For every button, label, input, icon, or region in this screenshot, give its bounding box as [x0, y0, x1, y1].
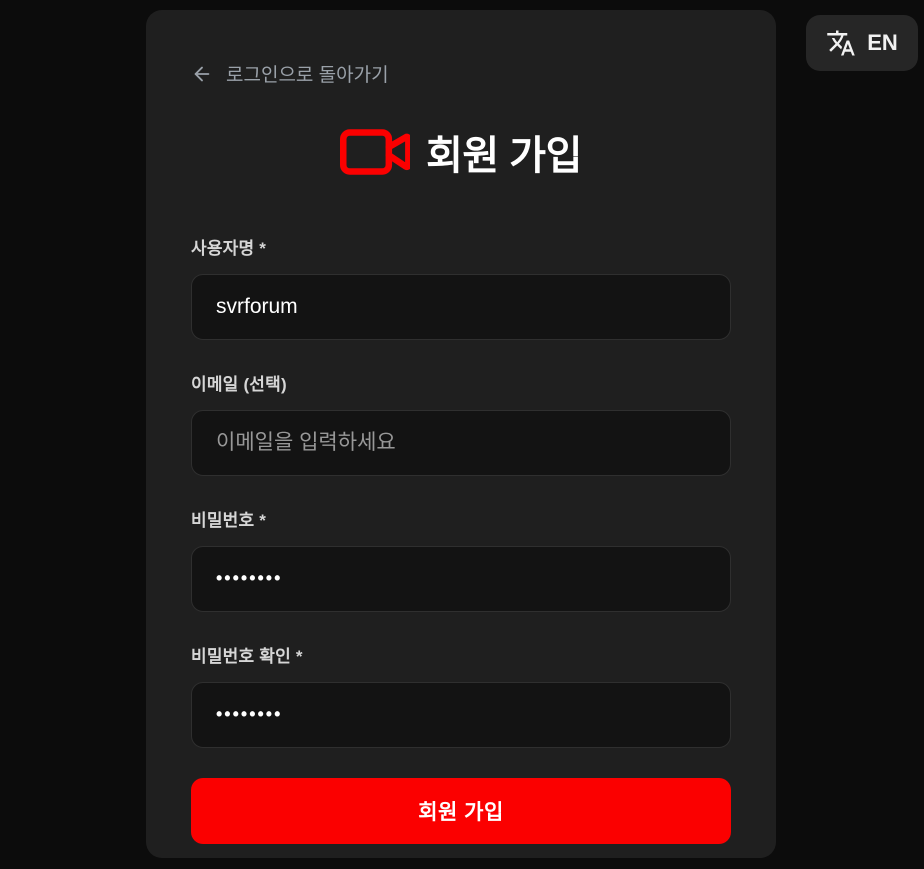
password-field-group: 비밀번호 * [191, 506, 731, 612]
username-label: 사용자명 * [191, 234, 731, 259]
signup-card: 로그인으로 돌아가기 회원 가입 사용자명 * 이메일 (선택) 비밀번호 [146, 10, 776, 858]
email-field-group: 이메일 (선택) [191, 370, 731, 476]
translate-icon [826, 28, 856, 58]
video-camera-icon [340, 129, 410, 175]
password-input[interactable] [191, 546, 731, 612]
signup-submit-button[interactable]: 회원 가입 [191, 778, 731, 844]
signup-form: 사용자명 * 이메일 (선택) 비밀번호 * 비밀번호 확인 * 회원 가입 [191, 234, 731, 844]
password-label: 비밀번호 * [191, 506, 731, 531]
page-title: 회원 가입 [426, 123, 582, 181]
signup-page: 로그인으로 돌아가기 회원 가입 사용자명 * 이메일 (선택) 비밀번호 [0, 0, 924, 869]
email-input[interactable] [191, 410, 731, 476]
language-switcher-button[interactable]: EN [806, 15, 918, 71]
title-row: 회원 가입 [191, 126, 731, 178]
password-confirm-label: 비밀번호 확인 * [191, 642, 731, 667]
language-label: EN [867, 30, 898, 56]
arrow-left-icon [191, 63, 213, 85]
back-link-label: 로그인으로 돌아가기 [226, 60, 389, 87]
password-confirm-field-group: 비밀번호 확인 * [191, 642, 731, 748]
password-confirm-input[interactable] [191, 682, 731, 748]
username-input[interactable] [191, 274, 731, 340]
back-to-login-link[interactable]: 로그인으로 돌아가기 [191, 60, 389, 87]
email-label: 이메일 (선택) [191, 370, 731, 395]
username-field-group: 사용자명 * [191, 234, 731, 340]
